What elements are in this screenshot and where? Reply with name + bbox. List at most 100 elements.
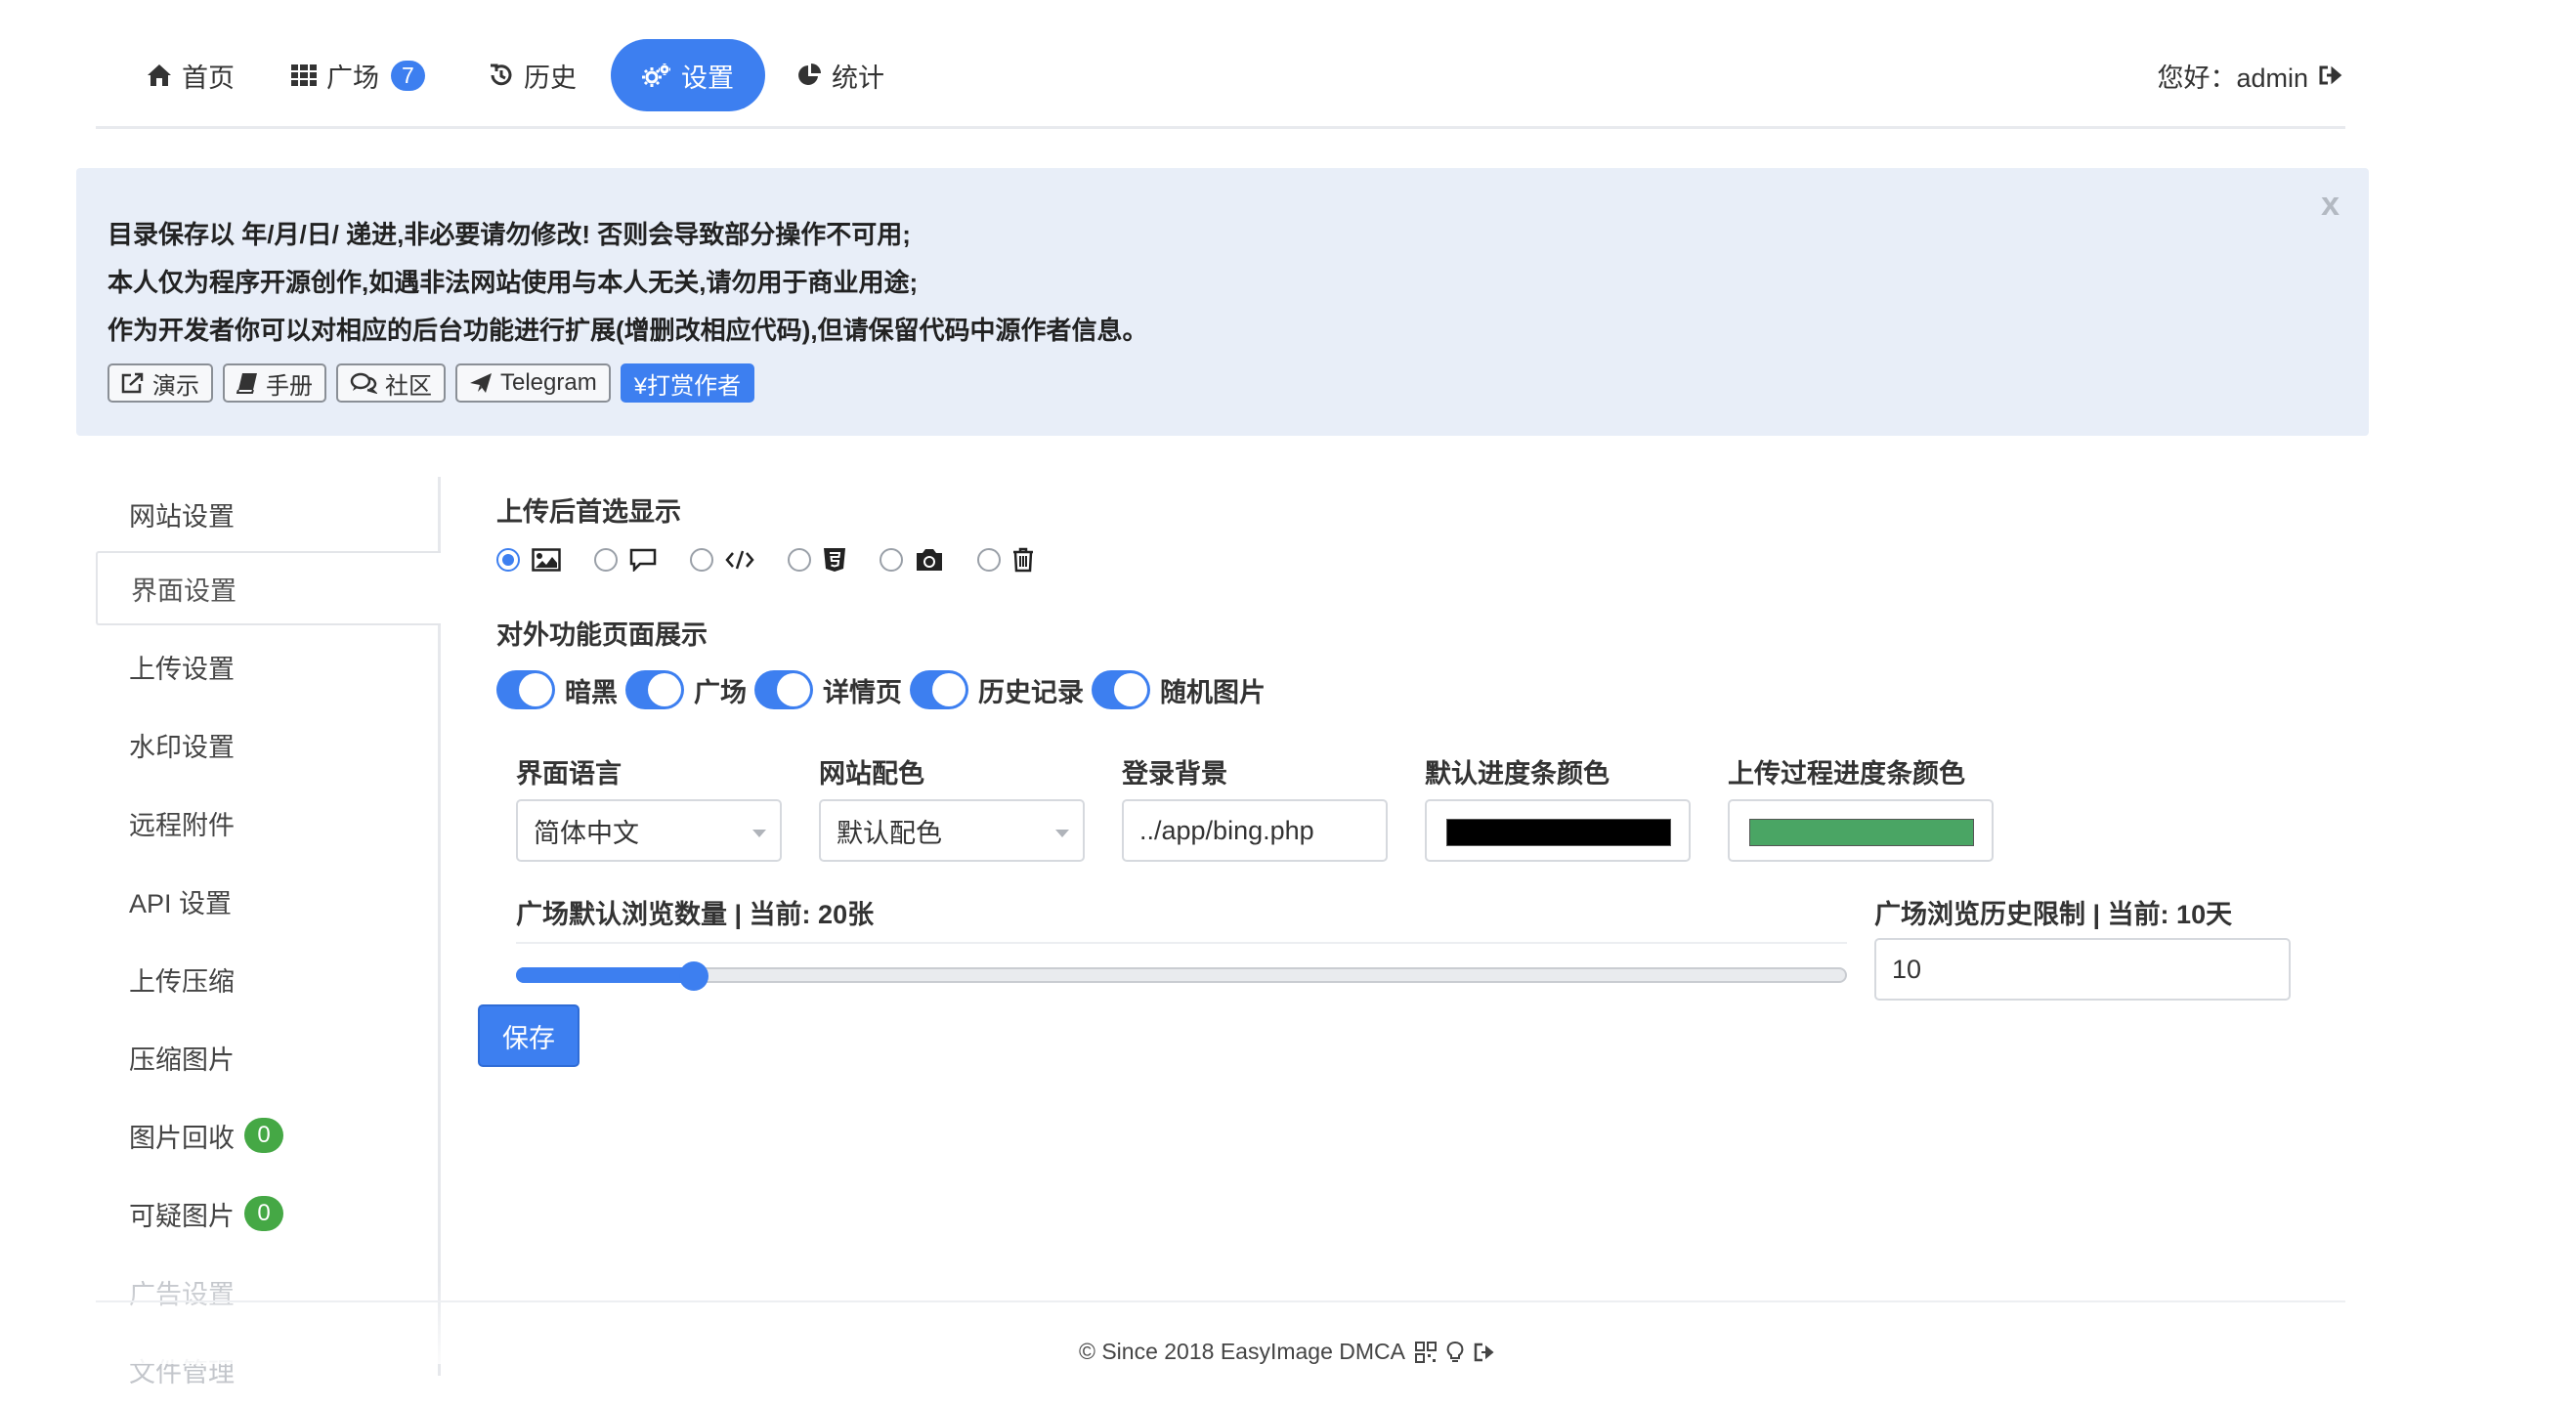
slider-thumb[interactable] [679,961,708,991]
nav-home-label: 首页 [182,63,235,93]
chevron-down-icon [1055,830,1069,837]
sidebar-item-label: 网站设置 [129,501,235,532]
pie-chart-icon [796,63,822,88]
footer-divider [96,1300,2345,1302]
footer: © Since 2018 EasyImage DMCA [0,1339,2576,1365]
sidebar-item-compress[interactable]: 压缩图片 [96,1020,438,1094]
chevron-down-icon [752,830,766,837]
image-icon [532,548,561,572]
sidebar-item-remote[interactable]: 远程附件 [96,786,438,860]
html5-icon [823,547,846,573]
toggle-history[interactable] [910,670,968,709]
sidebar-item-label: API 设置 [129,888,233,918]
progress-color-swatch [1446,819,1671,846]
logout-icon[interactable] [1474,1343,1497,1362]
sidebar-item-label: 可疑图片 [129,1201,235,1231]
notice-line-3: 作为开发者你可以对相应的后台功能进行扩展(增删改相应代码),但请保留代码中源作者… [107,316,1148,345]
notice-line-2: 本人仅为程序开源创作,如遇非法网站使用与本人无关,请勿用于商业用途; [107,268,919,297]
nav-stats-label: 统计 [832,63,884,93]
toggle-dark[interactable] [496,670,555,709]
demo-button[interactable]: 演示 [107,363,213,403]
sidebar-item-ads[interactable]: 广告设置 [96,1255,438,1329]
login-bg-input[interactable]: ../app/bing.php [1122,799,1388,862]
toggle-square[interactable] [625,670,684,709]
sidebar-item-suspicious[interactable]: 可疑图片 0 [96,1176,438,1251]
nav-home[interactable]: 首页 [115,39,266,111]
nav-divider [96,126,2345,129]
logout-icon[interactable] [2318,64,2343,86]
toggle-history-label: 历史记录 [978,677,1084,707]
nav-stats[interactable]: 统计 [765,39,916,111]
radio-html[interactable] [788,548,811,572]
history-limit-label: 广场浏览历史限制 | 当前: 10天 [1874,900,2233,929]
manual-button-label: 手册 [266,372,313,400]
upload-display-label: 上传后首选显示 [496,497,681,527]
sidebar-item-upload-compress[interactable]: 上传压缩 [96,942,438,1016]
radio-delete[interactable] [977,548,1001,572]
sidebar-item-label: 上传设置 [129,654,235,684]
sidebar-item-label: 压缩图片 [129,1045,235,1075]
login-bg-input-value: ../app/bing.php [1139,815,1314,845]
telegram-button[interactable]: Telegram [455,363,611,403]
sidebar-item-label: 上传压缩 [129,966,235,997]
toggle-detail-label: 详情页 [823,677,902,707]
donate-button-label: ¥打赏作者 [633,372,742,400]
theme-color-select[interactable]: 默认配色 [819,799,1085,862]
sidebar-item-site[interactable]: 网站设置 [96,477,438,551]
lightbulb-icon[interactable] [1446,1341,1464,1364]
radio-code[interactable] [690,548,713,572]
language-select[interactable]: 简体中文 [516,799,782,862]
code-icon [725,548,754,572]
sidebar-item-api[interactable]: API 设置 [96,864,438,938]
user-menu[interactable]: 您好：admin [2157,39,2343,111]
sidebar-item-recycle[interactable]: 图片回收 0 [96,1098,438,1172]
community-button[interactable]: 社区 [336,363,446,403]
progress-color-picker[interactable] [1425,799,1691,862]
sidebar-item-ui[interactable]: 界面设置 [96,551,441,625]
suspicious-count-badge: 0 [244,1196,283,1231]
history-limit-input[interactable]: 10 [1874,938,2291,1001]
sidebar-item-label: 图片回收 [129,1123,235,1153]
toggle-random-label: 随机图片 [1160,677,1266,707]
sidebar-item-watermark[interactable]: 水印设置 [96,707,438,782]
sidebar-item-label: 界面设置 [131,576,236,606]
nav-settings[interactable]: 设置 [611,39,765,111]
toggle-detail[interactable] [754,670,813,709]
comment-icon [629,548,657,572]
theme-color-label: 网站配色 [819,759,924,789]
language-select-value: 简体中文 [534,818,639,848]
gears-icon [642,63,671,88]
community-button-label: 社区 [385,372,432,400]
greeting: 您好：admin [2157,63,2308,93]
upload-progress-color-swatch [1749,819,1974,846]
qrcode-icon[interactable] [1414,1341,1437,1363]
nav-square[interactable]: 广场 7 [260,39,456,111]
upload-progress-color-picker[interactable] [1728,799,1994,862]
toggle-square-label: 广场 [694,677,747,707]
slider-fill [516,967,694,983]
radio-comment[interactable] [594,548,618,572]
donate-button[interactable]: ¥打赏作者 [620,363,755,403]
history-icon [489,63,514,88]
recycle-count-badge: 0 [244,1118,283,1153]
history-limit-input-value: 10 [1892,954,1922,984]
nav-history[interactable]: 历史 [457,39,608,111]
radio-camera[interactable] [880,548,903,572]
save-button[interactable]: 保存 [478,1004,580,1067]
manual-button[interactable]: 手册 [223,363,326,403]
features-label: 对外功能页面展示 [496,620,708,650]
notice-close-button[interactable]: x [2321,186,2340,224]
sidebar-item-label: 广告设置 [129,1279,235,1309]
sidebar-item-label: 水印设置 [129,732,235,762]
camera-icon [915,547,944,573]
radio-image[interactable] [496,548,520,572]
feature-toggles: 暗黑 广场 详情页 历史记录 随机图片 [496,670,1273,709]
sidebar-item-upload[interactable]: 上传设置 [96,629,438,704]
slider-track [516,967,1847,983]
toggle-random[interactable] [1092,670,1150,709]
slider-divider [516,942,1847,944]
progress-color-label: 默认进度条颜色 [1425,759,1610,789]
trash-icon [1012,547,1034,573]
sidebar-item-label: 远程附件 [129,810,235,840]
nav-history-label: 历史 [524,63,577,93]
